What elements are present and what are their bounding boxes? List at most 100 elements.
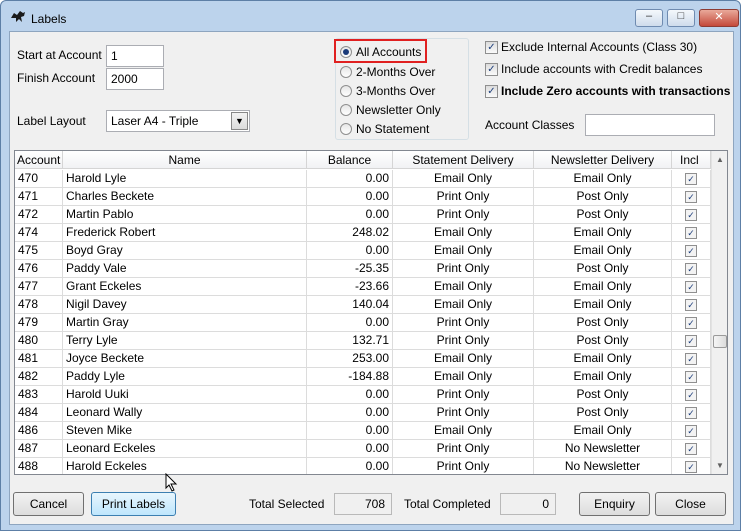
checkbox-icon[interactable]: ✓ xyxy=(685,317,697,329)
table-row[interactable]: 480 Terry Lyle 132.71 Print Only Post Only ✓ xyxy=(15,332,711,350)
include-checkbox[interactable]: ✓ xyxy=(672,170,711,188)
include-checkbox[interactable]: ✓ xyxy=(672,224,711,242)
scroll-down-icon[interactable]: ▼ xyxy=(712,457,727,474)
include-checkbox[interactable]: ✓ xyxy=(672,350,711,368)
table-row[interactable]: 484 Leonard Wally 0.00 Print Only Post Only ✓ xyxy=(15,404,711,422)
table-row[interactable]: 471 Charles Beckete 0.00 Print Only Post Onl… xyxy=(15,188,711,206)
table-row[interactable]: 476 Paddy Vale -25.35 Print Only Post Only ✓ xyxy=(15,260,711,278)
table-row[interactable]: 482 Paddy Lyle -184.88 Email Only Email Only… xyxy=(15,368,711,386)
column-header-newsletter-delivery[interactable]: Newsletter Delivery xyxy=(534,151,672,169)
checkbox-icon[interactable]: ✓ xyxy=(685,209,697,221)
checkbox-icon[interactable]: ✓ xyxy=(485,63,498,76)
cell-account: 484 xyxy=(15,404,63,422)
cell-newsletter: Email Only xyxy=(534,170,672,188)
checkbox-icon[interactable]: ✓ xyxy=(685,443,697,455)
include-checkbox[interactable]: ✓ xyxy=(672,368,711,386)
radio-label: All Accounts xyxy=(356,45,422,59)
label-layout-select[interactable]: Laser A4 - Triple ▼ xyxy=(106,110,250,132)
close-window-button[interactable]: ✕ xyxy=(699,9,739,27)
column-header-incl[interactable]: Incl xyxy=(672,151,711,169)
include-checkbox[interactable]: ✓ xyxy=(672,260,711,278)
include-checkbox[interactable]: ✓ xyxy=(672,314,711,332)
table-row[interactable]: 483 Harold Uuki 0.00 Print Only Post Only ✓ xyxy=(15,386,711,404)
radio-button-icon[interactable] xyxy=(340,66,352,78)
table-row[interactable]: 474 Frederick Robert 248.02 Email Only Email… xyxy=(15,224,711,242)
dropdown-arrow-icon[interactable]: ▼ xyxy=(231,112,248,130)
checkbox-icon[interactable]: ✓ xyxy=(685,371,697,383)
checkbox-icon[interactable]: ✓ xyxy=(685,425,697,437)
checkbox-icon[interactable]: ✓ xyxy=(685,389,697,401)
cell-name: Nigil Davey xyxy=(63,296,307,314)
table-row[interactable]: 486 Steven Mike 0.00 Email Only Email Only ✓ xyxy=(15,422,711,440)
checkbox-icon[interactable]: ✓ xyxy=(485,41,498,54)
scroll-thumb[interactable] xyxy=(713,335,727,348)
cell-newsletter: Post Only xyxy=(534,386,672,404)
cell-balance: 0.00 xyxy=(307,314,393,332)
checkbox-icon[interactable]: ✓ xyxy=(685,299,697,311)
column-header-name[interactable]: Name xyxy=(63,151,307,169)
scroll-up-icon[interactable]: ▲ xyxy=(712,151,727,168)
print-labels-button[interactable]: Print Labels xyxy=(91,492,176,516)
column-header-balance[interactable]: Balance xyxy=(307,151,393,169)
checkbox-icon[interactable]: ✓ xyxy=(685,191,697,203)
include-checkbox[interactable]: ✓ xyxy=(672,242,711,260)
include-checkbox[interactable]: ✓ xyxy=(672,332,711,350)
cell-name: Frederick Robert xyxy=(63,224,307,242)
checkbox-icon[interactable]: ✓ xyxy=(685,407,697,419)
cell-statement: Email Only xyxy=(393,350,534,368)
finish-account-input[interactable]: 2000 xyxy=(106,68,164,90)
radio-button-icon[interactable] xyxy=(340,104,352,116)
maximize-button[interactable]: □ xyxy=(667,9,695,27)
start-account-input[interactable]: 1 xyxy=(106,45,164,67)
checkbox-icon[interactable]: ✓ xyxy=(685,281,697,293)
checkbox-icon[interactable]: ✓ xyxy=(685,173,697,185)
radio-button-icon[interactable] xyxy=(340,46,352,58)
include-checkbox[interactable]: ✓ xyxy=(672,278,711,296)
table-row[interactable]: 478 Nigil Davey 140.04 Email Only Email Only… xyxy=(15,296,711,314)
include-checkbox[interactable]: ✓ xyxy=(672,404,711,422)
column-header-account[interactable]: Account xyxy=(15,151,63,169)
checkbox-icon[interactable]: ✓ xyxy=(685,335,697,347)
checkbox-icon[interactable]: ✓ xyxy=(485,85,498,98)
checkbox-icon[interactable]: ✓ xyxy=(685,461,697,473)
vertical-scrollbar[interactable]: ▲ ▼ xyxy=(711,151,727,474)
radio-button-icon[interactable] xyxy=(340,123,352,135)
include-checkbox[interactable]: ✓ xyxy=(672,422,711,440)
include-checkbox[interactable]: ✓ xyxy=(672,206,711,224)
radio-button-icon[interactable] xyxy=(340,85,352,97)
checkbox-icon[interactable]: ✓ xyxy=(685,263,697,275)
table-row[interactable]: 470 Harold Lyle 0.00 Email Only Email Only ✓ xyxy=(15,170,711,188)
cancel-button[interactable]: Cancel xyxy=(13,492,84,516)
cell-account: 488 xyxy=(15,458,63,474)
finish-account-label: Finish Account xyxy=(17,71,96,85)
table-row[interactable]: 477 Grant Eckeles -23.66 Email Only Email On… xyxy=(15,278,711,296)
table-row[interactable]: 475 Boyd Gray 0.00 Email Only Email Only ✓ xyxy=(15,242,711,260)
total-completed-value: 0 xyxy=(500,493,556,515)
include-checkbox[interactable]: ✓ xyxy=(672,440,711,458)
cell-balance: 253.00 xyxy=(307,350,393,368)
table-row[interactable]: 472 Martin Pablo 0.00 Print Only Post Only ✓ xyxy=(15,206,711,224)
account-classes-label: Account Classes xyxy=(485,118,575,132)
table-row[interactable]: 488 Harold Eckeles 0.00 Print Only No Newsle… xyxy=(15,458,711,474)
checkbox-icon[interactable]: ✓ xyxy=(685,227,697,239)
checkbox-icon[interactable]: ✓ xyxy=(685,353,697,365)
cell-newsletter: Post Only xyxy=(534,188,672,206)
enquiry-button[interactable]: Enquiry xyxy=(579,492,650,516)
include-checkbox[interactable]: ✓ xyxy=(672,386,711,404)
close-button[interactable]: Close xyxy=(655,492,726,516)
cell-name: Grant Eckeles xyxy=(63,278,307,296)
minimize-button[interactable]: – xyxy=(635,9,663,27)
checkbox-icon[interactable]: ✓ xyxy=(685,245,697,257)
column-header-statement-delivery[interactable]: Statement Delivery xyxy=(393,151,534,169)
cell-account: 486 xyxy=(15,422,63,440)
include-checkbox[interactable]: ✓ xyxy=(672,458,711,474)
title-bar[interactable]: Labels – □ ✕ xyxy=(1,1,740,31)
include-checkbox[interactable]: ✓ xyxy=(672,296,711,314)
include-checkbox[interactable]: ✓ xyxy=(672,188,711,206)
cell-balance: 140.04 xyxy=(307,296,393,314)
table-row[interactable]: 481 Joyce Beckete 253.00 Email Only Email On… xyxy=(15,350,711,368)
account-classes-input[interactable] xyxy=(585,114,715,136)
table-row[interactable]: 487 Leonard Eckeles 0.00 Print Only No Newsl… xyxy=(15,440,711,458)
table-row[interactable]: 479 Martin Gray 0.00 Print Only Post Only ✓ xyxy=(15,314,711,332)
cell-account: 480 xyxy=(15,332,63,350)
